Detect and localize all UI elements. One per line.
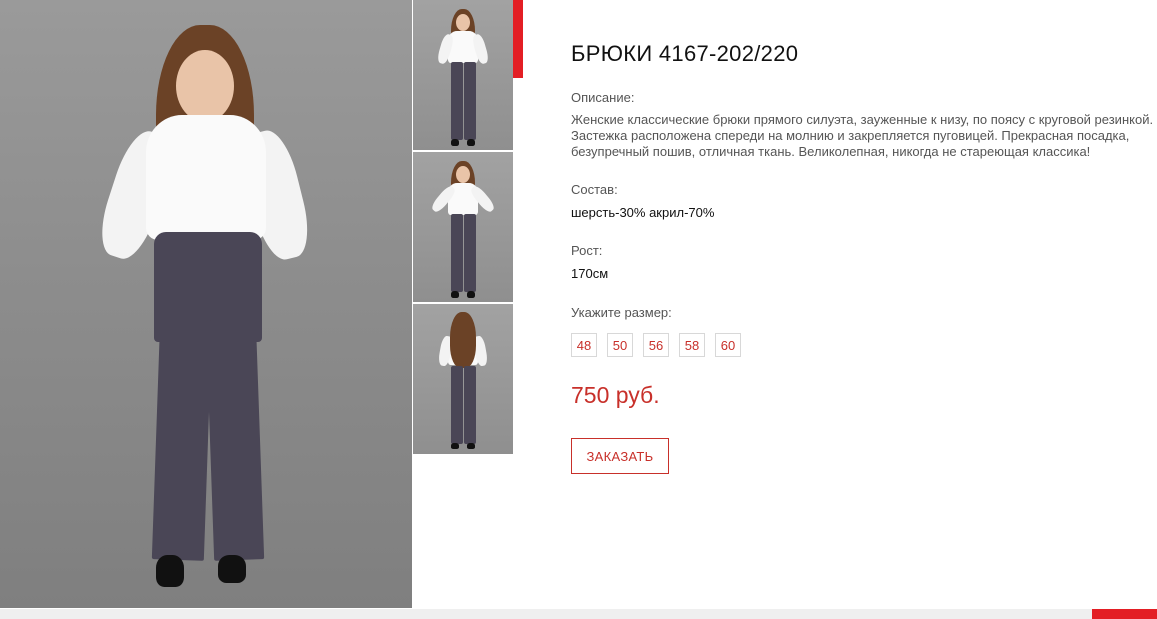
main-product-photo xyxy=(0,0,412,608)
size-option-48[interactable]: 48 xyxy=(571,333,597,357)
size-option-58[interactable]: 58 xyxy=(679,333,705,357)
thumbnail-list xyxy=(413,0,513,456)
size-option-50[interactable]: 50 xyxy=(607,333,633,357)
active-thumbnail-marker xyxy=(513,0,523,78)
thumbnail-back[interactable] xyxy=(413,304,513,454)
size-selector: 48 50 56 58 60 xyxy=(571,333,741,357)
height-value: 170см xyxy=(571,266,609,281)
composition-label: Состав: xyxy=(571,182,618,197)
size-label: Укажите размер: xyxy=(571,305,672,320)
thumbnail-front-full[interactable] xyxy=(413,152,513,302)
size-option-60[interactable]: 60 xyxy=(715,333,741,357)
product-title: БРЮКИ 4167-202/220 xyxy=(571,41,799,66)
model-figure xyxy=(92,20,316,590)
product-price: 750 руб. xyxy=(571,382,660,408)
order-button[interactable]: ЗАКАЗАТЬ xyxy=(571,438,669,474)
height-label: Рост: xyxy=(571,243,603,258)
description-label: Описание: xyxy=(571,90,635,105)
composition-value: шерсть-30% акрил-70% xyxy=(571,205,715,220)
description-text: Женские классические брюки прямого силуэ… xyxy=(571,112,1154,159)
size-option-56[interactable]: 56 xyxy=(643,333,669,357)
thumbnail-front[interactable] xyxy=(413,0,513,150)
bottom-accent-bar xyxy=(1092,609,1157,619)
bottom-divider xyxy=(0,609,1157,619)
